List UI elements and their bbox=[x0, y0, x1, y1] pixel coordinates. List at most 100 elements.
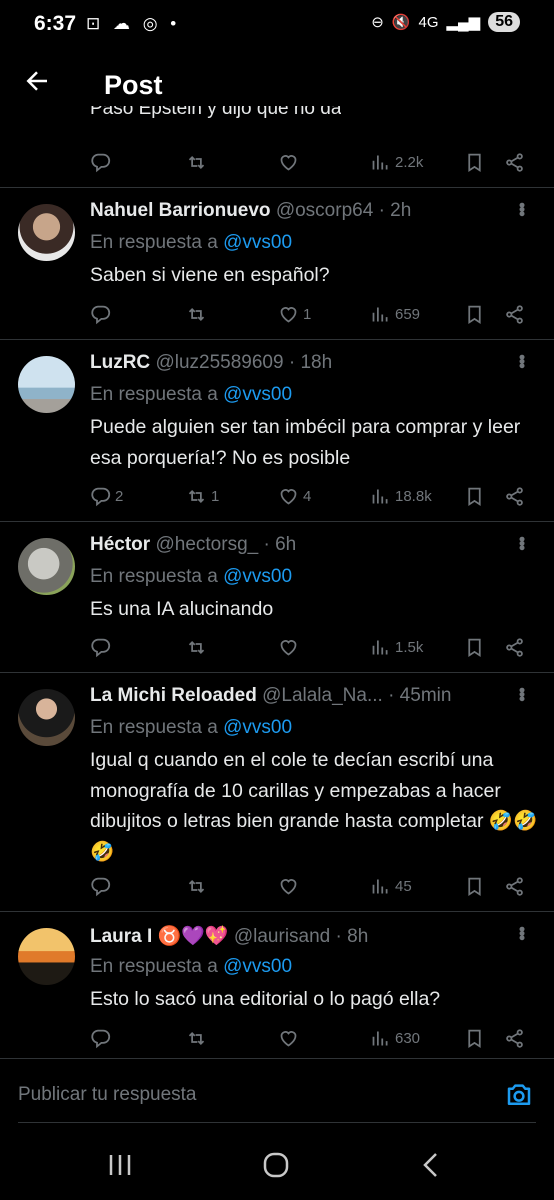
camera-icon[interactable] bbox=[504, 1080, 534, 1110]
views-stat[interactable]: 659 bbox=[370, 299, 420, 329]
recent-apps-icon[interactable] bbox=[106, 1152, 134, 1183]
views-stat[interactable]: 18.8k bbox=[370, 481, 432, 511]
views-stat[interactable]: 630 bbox=[370, 1023, 420, 1053]
more-options-icon[interactable]: ••• bbox=[511, 926, 532, 939]
avatar[interactable] bbox=[18, 689, 75, 746]
views-icon bbox=[372, 489, 388, 503]
views-icon bbox=[372, 1031, 388, 1045]
reply-button[interactable] bbox=[90, 871, 115, 901]
reply-button[interactable] bbox=[90, 1023, 115, 1053]
tweet-text: Saben si viene en español? bbox=[90, 264, 330, 286]
share-icon[interactable] bbox=[504, 632, 525, 662]
mention-link[interactable]: @vvs00 bbox=[223, 232, 292, 253]
views-stat[interactable]: 45 bbox=[370, 871, 412, 901]
like-icon[interactable] bbox=[278, 147, 299, 177]
bookmark-icon[interactable] bbox=[464, 147, 485, 177]
tweet-text: Puede alguien ser tan imbécil para compr… bbox=[90, 416, 521, 469]
views-icon bbox=[372, 640, 388, 654]
share-icon[interactable] bbox=[504, 871, 525, 901]
tweet-header: LuzRC @luz25589609 · 18h bbox=[90, 352, 520, 374]
repost-button[interactable]: 1 bbox=[186, 481, 219, 511]
reply-button[interactable] bbox=[90, 299, 115, 329]
reply-input[interactable]: Publicar tu respuesta bbox=[18, 1084, 197, 1106]
reply-button[interactable] bbox=[90, 632, 115, 662]
views-stat[interactable]: 1.5k bbox=[370, 632, 423, 662]
page-title: Post bbox=[104, 70, 163, 100]
repost-icon[interactable] bbox=[186, 147, 207, 177]
mention-link[interactable]: @vvs00 bbox=[223, 956, 292, 977]
repost-count: 1 bbox=[211, 487, 220, 505]
like-icon bbox=[280, 878, 297, 895]
mention-link[interactable]: @vvs00 bbox=[223, 566, 292, 587]
more-options-icon[interactable]: ••• bbox=[511, 687, 532, 700]
home-icon[interactable] bbox=[262, 1152, 290, 1183]
user-handle[interactable]: @Lalala_Na... bbox=[262, 685, 383, 706]
like-count: 1 bbox=[303, 305, 312, 323]
display-name[interactable]: LuzRC bbox=[90, 352, 150, 373]
like-button[interactable]: 1 bbox=[278, 299, 311, 329]
reply-context: En respuesta a @vvs00 bbox=[90, 717, 293, 738]
avatar[interactable] bbox=[18, 204, 75, 261]
notification-icons: ⊡ ☁ ◎ • bbox=[86, 14, 181, 33]
bookmark-icon[interactable] bbox=[464, 871, 485, 901]
avatar[interactable] bbox=[18, 356, 75, 413]
display-name[interactable]: Héctor bbox=[90, 534, 150, 555]
reply-icon bbox=[91, 487, 111, 506]
repost-button[interactable] bbox=[186, 632, 211, 662]
tweet-header: Laura I ♉💜💖 @laurisand · 8h bbox=[90, 924, 520, 948]
share-icon[interactable] bbox=[504, 299, 525, 329]
like-button[interactable]: 4 bbox=[278, 481, 311, 511]
reply-icon bbox=[91, 305, 111, 324]
more-options-icon[interactable]: ••• bbox=[511, 536, 532, 549]
bookmark-icon[interactable] bbox=[464, 299, 485, 329]
like-icon bbox=[280, 1030, 297, 1047]
dnd-icon: ⊖ bbox=[371, 14, 384, 31]
views-stat[interactable]: 2.2k bbox=[370, 147, 423, 177]
repost-icon bbox=[188, 879, 205, 893]
display-name[interactable]: Laura I ♉💜💖 bbox=[90, 926, 229, 947]
display-name[interactable]: Nahuel Barrionuevo bbox=[90, 200, 271, 221]
reply-context: En respuesta a @vvs00 bbox=[90, 566, 293, 587]
bookmark-icon[interactable] bbox=[464, 1023, 485, 1053]
share-icon[interactable] bbox=[504, 1023, 525, 1053]
like-button[interactable] bbox=[278, 871, 303, 901]
user-handle[interactable]: @hectorsg_ bbox=[155, 534, 258, 555]
avatar[interactable] bbox=[18, 538, 75, 595]
back-icon[interactable] bbox=[418, 1152, 446, 1183]
reply-icon[interactable] bbox=[90, 147, 111, 177]
repost-button[interactable] bbox=[186, 1023, 211, 1053]
display-name[interactable]: La Michi Reloaded bbox=[90, 685, 257, 706]
signal-icon: ▂▄▆ bbox=[446, 14, 481, 31]
share-icon[interactable] bbox=[504, 481, 525, 511]
mention-link[interactable]: @vvs00 bbox=[223, 717, 292, 738]
views-count: 630 bbox=[395, 1029, 421, 1047]
tweet-header: Nahuel Barrionuevo @oscorp64 · 2h bbox=[90, 200, 520, 222]
repost-icon bbox=[188, 1031, 205, 1045]
bookmark-icon[interactable] bbox=[464, 632, 485, 662]
reply-context: En respuesta a @vvs00 bbox=[90, 956, 293, 977]
mention-link[interactable]: @vvs00 bbox=[223, 384, 292, 405]
share-icon[interactable] bbox=[504, 147, 525, 177]
repost-button[interactable] bbox=[186, 871, 211, 901]
divider bbox=[0, 672, 554, 673]
user-handle[interactable]: @oscorp64 bbox=[276, 200, 373, 221]
reply-button[interactable]: 2 bbox=[90, 481, 123, 511]
avatar[interactable] bbox=[18, 928, 75, 985]
bookmark-icon[interactable] bbox=[464, 481, 485, 511]
like-icon bbox=[280, 306, 297, 323]
like-icon bbox=[280, 639, 297, 656]
like-button[interactable] bbox=[278, 632, 303, 662]
divider bbox=[0, 1058, 554, 1059]
tweet-text: Esto lo sacó una editorial o lo pagó ell… bbox=[90, 988, 441, 1010]
back-arrow-icon[interactable] bbox=[22, 66, 62, 102]
reply-composer[interactable]: Publicar tu respuesta bbox=[0, 1060, 554, 1124]
partial-tweet-text: Paso Epstein y dijo que no da bbox=[90, 106, 342, 119]
user-handle[interactable]: @luz25589609 bbox=[155, 352, 283, 373]
reply-context: En respuesta a @vvs00 bbox=[90, 384, 293, 405]
user-handle[interactable]: @laurisand bbox=[234, 926, 330, 947]
like-button[interactable] bbox=[278, 1023, 303, 1053]
views-count: 2.2k bbox=[395, 153, 424, 171]
more-options-icon[interactable]: ••• bbox=[511, 354, 532, 367]
more-options-icon[interactable]: ••• bbox=[511, 202, 532, 215]
repost-button[interactable] bbox=[186, 299, 211, 329]
